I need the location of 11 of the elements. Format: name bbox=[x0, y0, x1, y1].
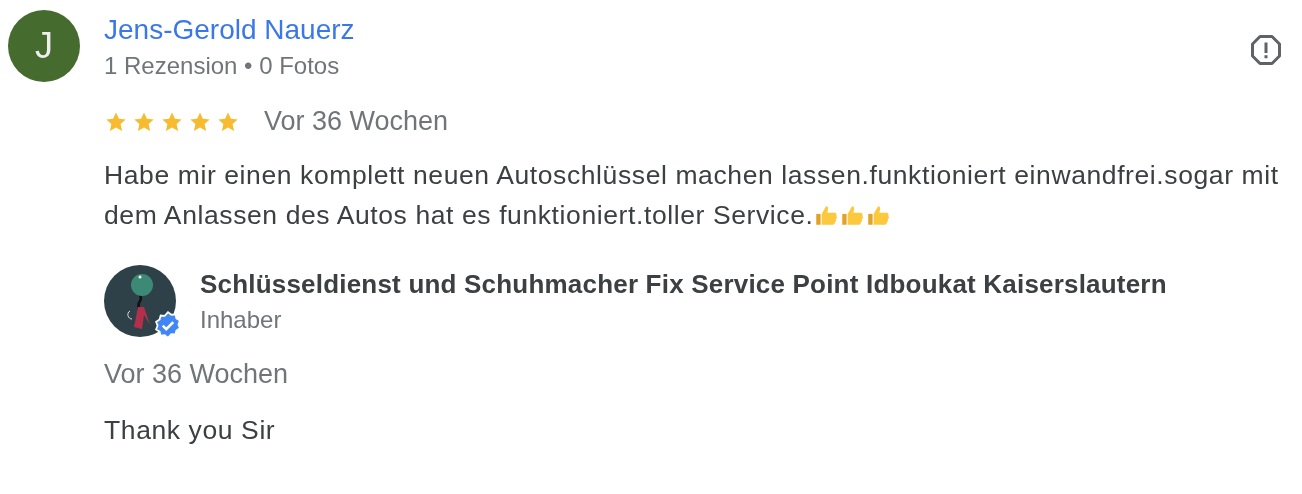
report-icon[interactable] bbox=[1248, 32, 1284, 68]
owner-avatar[interactable] bbox=[104, 265, 176, 337]
reply-text: Thank you Sir bbox=[104, 414, 277, 447]
owner-name: Schlüsseldienst und Schuhmacher Fix Service Point Idboukat Kaiserslautern bbox=[200, 268, 1168, 300]
reply-date: Vor 36 Wochen bbox=[104, 359, 290, 390]
review-text: Habe mir einen komplett neuen Autoschlüssel machen lassen.funktioniert einwandfrei.sogar mit dem Anlassen des Autos hat es funktioniert.toller Service. bbox=[104, 159, 1280, 232]
reviewer-name-link[interactable]: Jens-Gerold Nauerz bbox=[104, 14, 355, 46]
review-date: Vor 36 Wochen bbox=[264, 106, 449, 137]
owner-role: Inhaber bbox=[200, 305, 283, 334]
avatar[interactable]: J bbox=[8, 10, 80, 82]
reviewer-stats: 1 Rezension • 0 Fotos bbox=[104, 52, 341, 80]
